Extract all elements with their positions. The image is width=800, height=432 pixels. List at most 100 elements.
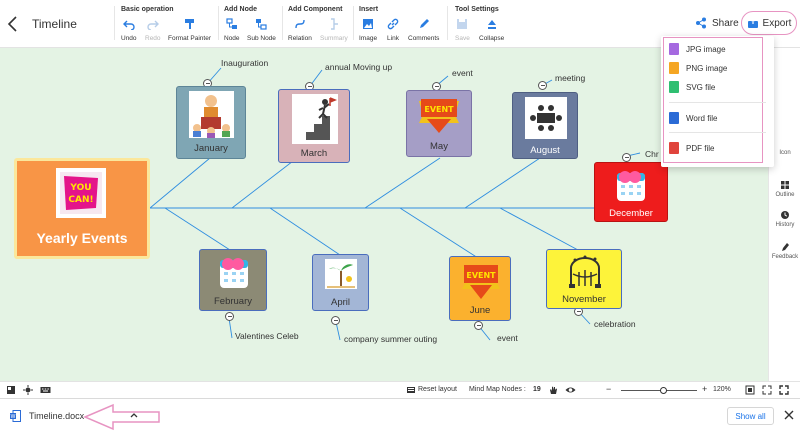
event-label-june[interactable]: event xyxy=(497,333,518,343)
add-node-button[interactable]: Node xyxy=(224,18,240,42)
you-can-logo: YOU CAN! xyxy=(56,168,106,218)
node-february[interactable]: February xyxy=(199,249,267,311)
group-title: Insert xyxy=(359,6,379,13)
insert-comments-button[interactable]: Comments xyxy=(408,18,439,42)
zoom-slider-track[interactable] xyxy=(621,390,697,391)
back-arrow-icon[interactable] xyxy=(6,14,20,34)
hand-pan-icon[interactable] xyxy=(548,385,558,395)
sidebar-item-history[interactable]: History xyxy=(769,210,800,228)
zoom-level: 120% xyxy=(713,386,731,393)
download-bar: W Timeline.docx Show all xyxy=(0,398,800,432)
history-icon xyxy=(781,211,789,219)
undo-button[interactable]: Undo xyxy=(121,18,137,42)
sidebar-item-feedback[interactable]: Feedback xyxy=(769,242,800,260)
relation-icon xyxy=(295,19,305,29)
export-button[interactable]: Export xyxy=(741,11,797,35)
event-label-april[interactable]: company summer outing xyxy=(344,334,437,344)
node-january[interactable]: January xyxy=(176,86,246,159)
undo-icon xyxy=(122,20,135,30)
fullscreen-icon[interactable] xyxy=(779,385,789,395)
expand-icon[interactable] xyxy=(762,385,772,395)
node-november[interactable]: November xyxy=(546,249,622,309)
event-label-december[interactable]: Chr xyxy=(645,149,659,159)
svg-text:W: W xyxy=(11,414,16,420)
insert-image-button[interactable]: Image xyxy=(359,18,377,42)
node-april[interactable]: April xyxy=(312,254,369,311)
redo-button[interactable]: Redo xyxy=(145,18,161,42)
format-painter-label: Format Painter xyxy=(168,35,211,42)
calendar-heart-icon xyxy=(611,167,651,205)
collapse-toggle[interactable] xyxy=(538,81,547,90)
sub-node-label: Sub Node xyxy=(247,35,276,42)
export-icon xyxy=(747,17,758,28)
node-may[interactable]: EVENT May xyxy=(406,90,472,157)
group-tool-settings: Tool Settings Save Collapse xyxy=(455,6,515,46)
event-label-august[interactable]: meeting xyxy=(555,73,585,83)
export-pdf-item[interactable]: PDF file xyxy=(669,140,765,156)
event-label-november[interactable]: celebration xyxy=(594,319,636,329)
node-count-label: Mind Map Nodes : xyxy=(469,386,526,393)
format-painter-button[interactable]: Format Painter xyxy=(168,18,211,42)
insert-link-button[interactable]: Link xyxy=(387,18,399,42)
node-march[interactable]: March xyxy=(278,89,350,163)
node-icon xyxy=(226,18,237,29)
pointer-arrow-annotation xyxy=(83,403,160,431)
zoom-in-button[interactable]: + xyxy=(702,384,707,394)
summary-button[interactable]: Summary xyxy=(320,18,348,42)
share-button[interactable]: Share xyxy=(695,17,739,29)
group-title: Basic operation xyxy=(121,6,174,13)
zoom-slider-handle[interactable] xyxy=(660,387,667,394)
node-august[interactable]: August xyxy=(512,92,578,159)
export-png-item[interactable]: PNG image xyxy=(669,60,765,76)
collapse-toggle[interactable] xyxy=(622,153,631,162)
group-add-node: Add Node Node Sub Node xyxy=(224,6,280,46)
celebration-arch-icon xyxy=(565,254,605,290)
summary-icon xyxy=(330,18,338,30)
add-sub-node-button[interactable]: Sub Node xyxy=(247,18,276,42)
close-icon[interactable] xyxy=(784,410,794,420)
group-title: Add Node xyxy=(224,6,258,13)
minimap-icon[interactable] xyxy=(6,385,16,395)
feedback-icon xyxy=(782,243,789,251)
theme-sun-icon[interactable] xyxy=(23,385,33,395)
collapse-toggle[interactable] xyxy=(474,321,483,330)
export-dropdown-menu: JPG image PNG image SVG file Word file P… xyxy=(661,36,774,167)
moving-up-stairs-icon xyxy=(292,94,338,144)
node-label: November xyxy=(562,294,606,305)
svg-text:CAN!: CAN! xyxy=(68,195,93,205)
keyboard-icon[interactable] xyxy=(40,385,51,395)
fit-screen-icon[interactable] xyxy=(745,385,755,395)
event-label-january[interactable]: Inauguration xyxy=(221,58,268,68)
sidebar-item-outline[interactable]: Outline xyxy=(769,180,800,198)
sidebar-item-label: Outline xyxy=(775,192,795,198)
node-june[interactable]: EVENT June xyxy=(449,256,511,321)
zoom-out-button[interactable]: − xyxy=(606,384,611,394)
event-label-march[interactable]: annual Moving up xyxy=(325,62,392,72)
collapse-toggle[interactable] xyxy=(225,312,234,321)
reset-layout-button[interactable]: Reset layout xyxy=(418,386,457,393)
root-node-label: Yearly Events xyxy=(36,230,128,246)
comments-label: Comments xyxy=(408,35,440,42)
node-label: August xyxy=(530,145,560,156)
collapse-label: Collapse xyxy=(479,35,505,42)
root-node[interactable]: YOU CAN! Yearly Events xyxy=(14,158,150,259)
event-label-may[interactable]: event xyxy=(452,68,473,78)
eye-icon[interactable] xyxy=(565,385,576,395)
group-insert: Insert Image Link Comments xyxy=(359,6,447,46)
save-button[interactable]: Save xyxy=(455,18,470,42)
collapse-button[interactable]: Collapse xyxy=(479,18,504,42)
export-word-item[interactable]: Word file xyxy=(669,110,765,126)
export-svg-item[interactable]: SVG file xyxy=(669,79,765,95)
export-jpg-item[interactable]: JPG image xyxy=(669,41,765,57)
relation-button[interactable]: Relation xyxy=(288,18,312,42)
event-ribbon-icon: EVENT xyxy=(417,95,461,135)
menu-item-label: PNG image xyxy=(686,63,728,73)
show-all-button[interactable]: Show all xyxy=(727,407,774,425)
downloaded-file-item[interactable]: W Timeline.docx xyxy=(10,410,84,422)
event-label-february[interactable]: Valentines Celeb xyxy=(235,331,299,341)
reset-layout-icon[interactable] xyxy=(406,385,416,395)
collapse-toggle[interactable] xyxy=(331,316,340,325)
sidebar-item-label: History xyxy=(775,222,795,228)
node-december[interactable]: December xyxy=(594,162,668,222)
mindmap-canvas[interactable]: Inauguration annual Moving up event meet… xyxy=(0,48,768,381)
